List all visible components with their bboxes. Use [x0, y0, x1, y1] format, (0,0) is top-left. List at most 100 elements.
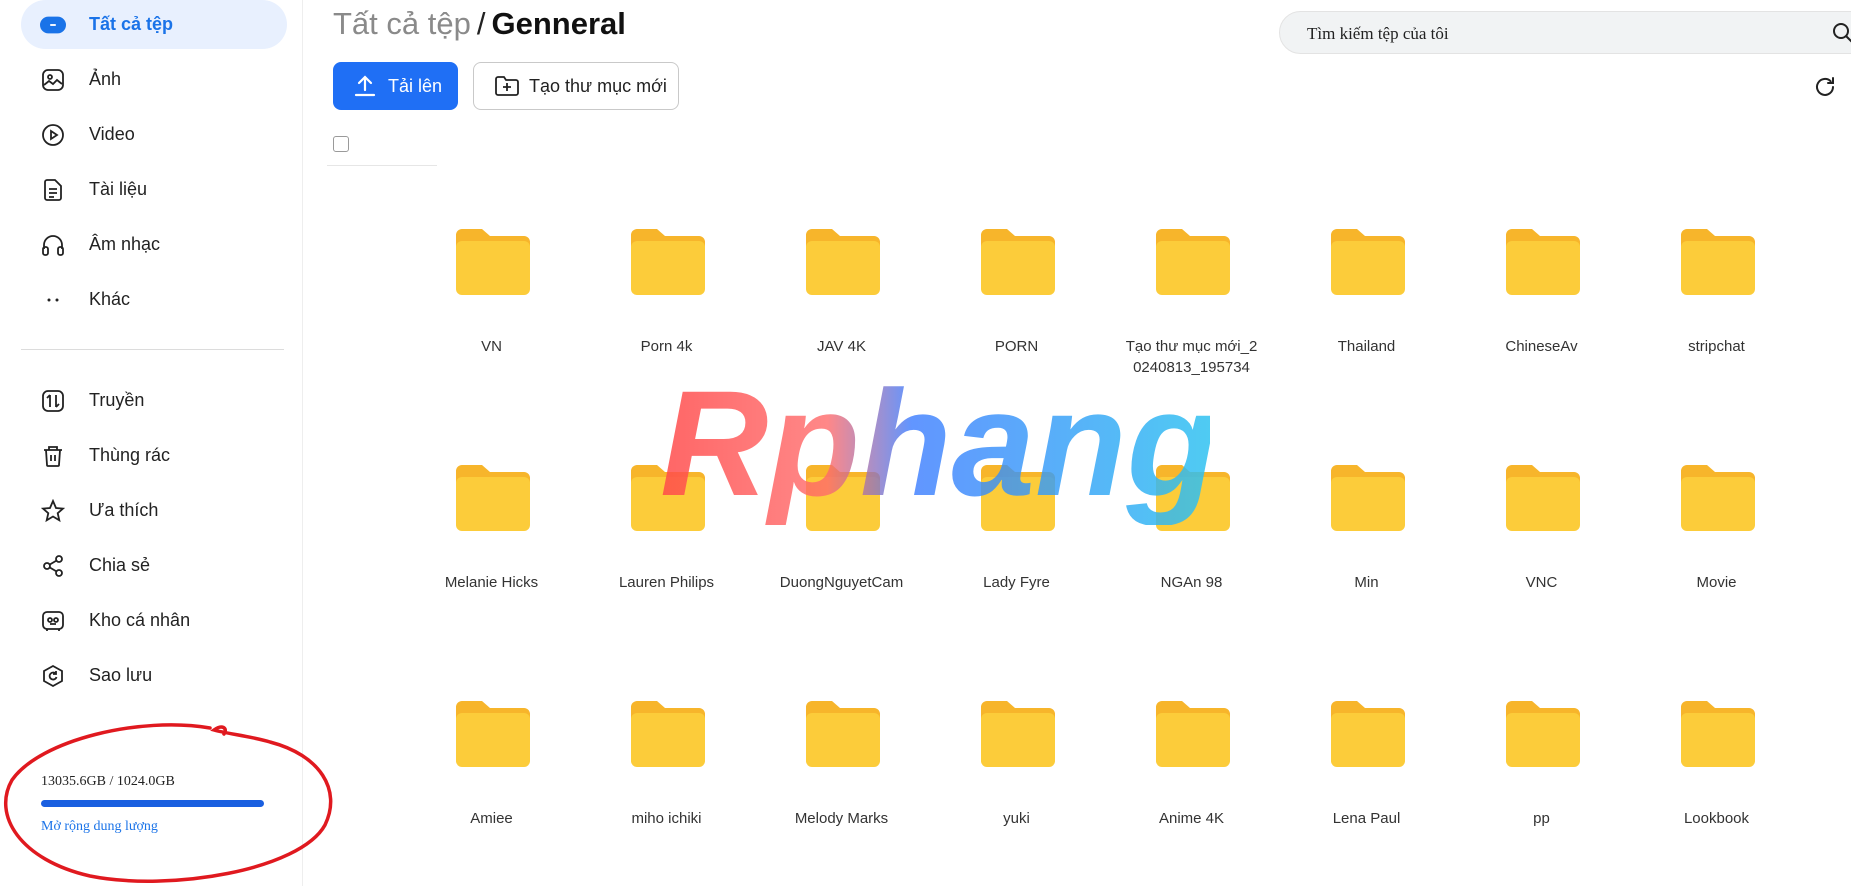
transfer-icon: [40, 388, 66, 414]
folder-item[interactable]: Lookbook: [1629, 652, 1804, 852]
expand-storage-link[interactable]: Mở rộng dung lượng: [41, 819, 281, 835]
folder-item[interactable]: miho ichiki: [579, 652, 754, 852]
nav-label: Chia sẻ: [89, 555, 151, 575]
nav-item-personal-vault[interactable]: Kho cá nhân: [21, 596, 287, 645]
folder-item[interactable]: ChineseAv: [1454, 180, 1629, 380]
folder-name: Melody Marks: [794, 810, 889, 827]
folder-name: Amiee: [470, 810, 513, 827]
breadcrumb: Tất cả tệp / Genneral: [333, 6, 626, 42]
folder-name: VNC: [1525, 574, 1558, 591]
folder-name: PORN: [994, 338, 1039, 355]
folder-name: Lauren Philips: [618, 574, 715, 591]
folder-item[interactable]: Melody Marks: [754, 652, 929, 852]
storage-panel: 13035.6GB / 1024.0GB Mở rộng dung lượng: [41, 774, 281, 835]
header-divider: [327, 165, 437, 166]
nav-label: Tất cả tệp: [89, 14, 174, 34]
document-icon: [40, 177, 66, 203]
nav-item-documents[interactable]: Tài liệu: [21, 165, 287, 214]
nav-label: Ảnh: [89, 69, 122, 89]
breadcrumb-separator: /: [476, 6, 486, 41]
folder-name: Tạo thư mục mới_2 0240813_195734: [1125, 338, 1258, 376]
nav-item-images[interactable]: Ảnh: [21, 55, 287, 104]
folder-name: miho ichiki: [631, 810, 702, 827]
folder-item[interactable]: DuongNguyetCam: [754, 416, 929, 616]
folder-item[interactable]: Lady Fyre: [929, 416, 1104, 616]
breadcrumb-current: Genneral: [491, 6, 626, 41]
folder-item[interactable]: PORN: [929, 180, 1104, 380]
folder-item[interactable]: yuki: [929, 652, 1104, 852]
folder-item[interactable]: Amiee: [404, 652, 579, 852]
nav-item-music[interactable]: Âm nhạc: [21, 220, 287, 269]
nav-label: Tài liệu: [89, 179, 148, 199]
nav-item-trash[interactable]: Thùng rác: [21, 431, 287, 480]
nav-label: Truyền: [89, 390, 145, 410]
folder-item[interactable]: Anime 4K: [1104, 652, 1279, 852]
folder-name: Porn 4k: [640, 338, 693, 355]
all-files-icon: [40, 12, 66, 38]
folder-name: Movie: [1696, 574, 1737, 591]
folder-item[interactable]: Melanie Hicks: [404, 416, 579, 616]
nav-label: Video: [89, 124, 135, 144]
share-icon: [40, 553, 66, 579]
folder-name: ChineseAv: [1505, 338, 1578, 355]
nav-label: Khác: [89, 289, 131, 309]
nav-label: Ưa thích: [89, 500, 159, 520]
nav-label: Kho cá nhân: [89, 610, 191, 630]
folder-name: JAV 4K: [817, 338, 866, 355]
nav-label: Sao lưu: [89, 665, 153, 685]
nav-item-all-files[interactable]: Tất cả tệp: [21, 0, 287, 49]
search-input[interactable]: [1305, 23, 1789, 45]
breadcrumb-root[interactable]: Tất cả tệp: [333, 6, 471, 41]
folder-item[interactable]: Min: [1279, 416, 1454, 616]
folder-item[interactable]: Lauren Philips: [579, 416, 754, 616]
storage-usage-text: 13035.6GB / 1024.0GB: [41, 774, 175, 789]
folder-name: Anime 4K: [1158, 810, 1225, 827]
upload-icon: [353, 74, 377, 101]
folder-item[interactable]: JAV 4K: [754, 180, 929, 380]
search-icon[interactable]: [1832, 22, 1851, 49]
nav-item-other[interactable]: Khác: [21, 275, 287, 324]
folder-name: stripchat: [1688, 338, 1745, 355]
folder-name: VN: [481, 338, 502, 355]
folder-item[interactable]: VNC: [1454, 416, 1629, 616]
folder-item[interactable]: Thailand: [1279, 180, 1454, 380]
sidebar-divider: [21, 349, 284, 350]
video-icon: [40, 122, 66, 148]
sidebar: Tất cả tệp Ảnh Video Tài liệu Âm nhạc Kh…: [0, 0, 303, 886]
nav-item-transfer[interactable]: Truyền: [21, 376, 287, 425]
nav-item-video[interactable]: Video: [21, 110, 287, 159]
storage-progress-bar: [41, 800, 264, 807]
nav-item-backup[interactable]: Sao lưu: [21, 651, 287, 700]
folder-name: Lena Paul: [1332, 810, 1401, 827]
folder-name: Melanie Hicks: [444, 574, 539, 591]
folder-item[interactable]: Tạo thư mục mới_2 0240813_195734: [1104, 180, 1279, 380]
upload-button[interactable]: Tải lên: [333, 62, 458, 110]
folder-name: pp: [1533, 810, 1550, 827]
folder-item[interactable]: Porn 4k: [579, 180, 754, 380]
star-icon: [40, 498, 66, 524]
new-folder-button[interactable]: Tạo thư mục mới: [473, 62, 679, 110]
folder-name: DuongNguyetCam: [779, 574, 904, 591]
search-box[interactable]: [1279, 11, 1851, 54]
new-folder-icon: [494, 74, 520, 101]
refresh-icon[interactable]: [1813, 75, 1837, 104]
nav-item-share[interactable]: Chia sẻ: [21, 541, 287, 590]
headphones-icon: [40, 232, 66, 258]
folder-name: Lookbook: [1683, 810, 1750, 827]
nav-label: Âm nhạc: [89, 234, 161, 254]
folder-item[interactable]: NGAn 98: [1104, 416, 1279, 616]
folder-item[interactable]: stripchat: [1629, 180, 1804, 380]
folder-item[interactable]: Lena Paul: [1279, 652, 1454, 852]
folder-name: Thailand: [1337, 338, 1396, 355]
folder-name: yuki: [1003, 810, 1030, 827]
folder-item[interactable]: pp: [1454, 652, 1629, 852]
upload-label: Tải lên: [388, 76, 443, 96]
nav-item-favorites[interactable]: Ưa thích: [21, 486, 287, 535]
select-all-checkbox[interactable]: [333, 136, 349, 152]
folder-name: Min: [1354, 574, 1379, 591]
personal-vault-icon: [40, 608, 66, 634]
folder-item[interactable]: VN: [404, 180, 579, 380]
image-icon: [40, 67, 66, 93]
more-dots-icon: [40, 287, 66, 313]
folder-item[interactable]: Movie: [1629, 416, 1804, 616]
